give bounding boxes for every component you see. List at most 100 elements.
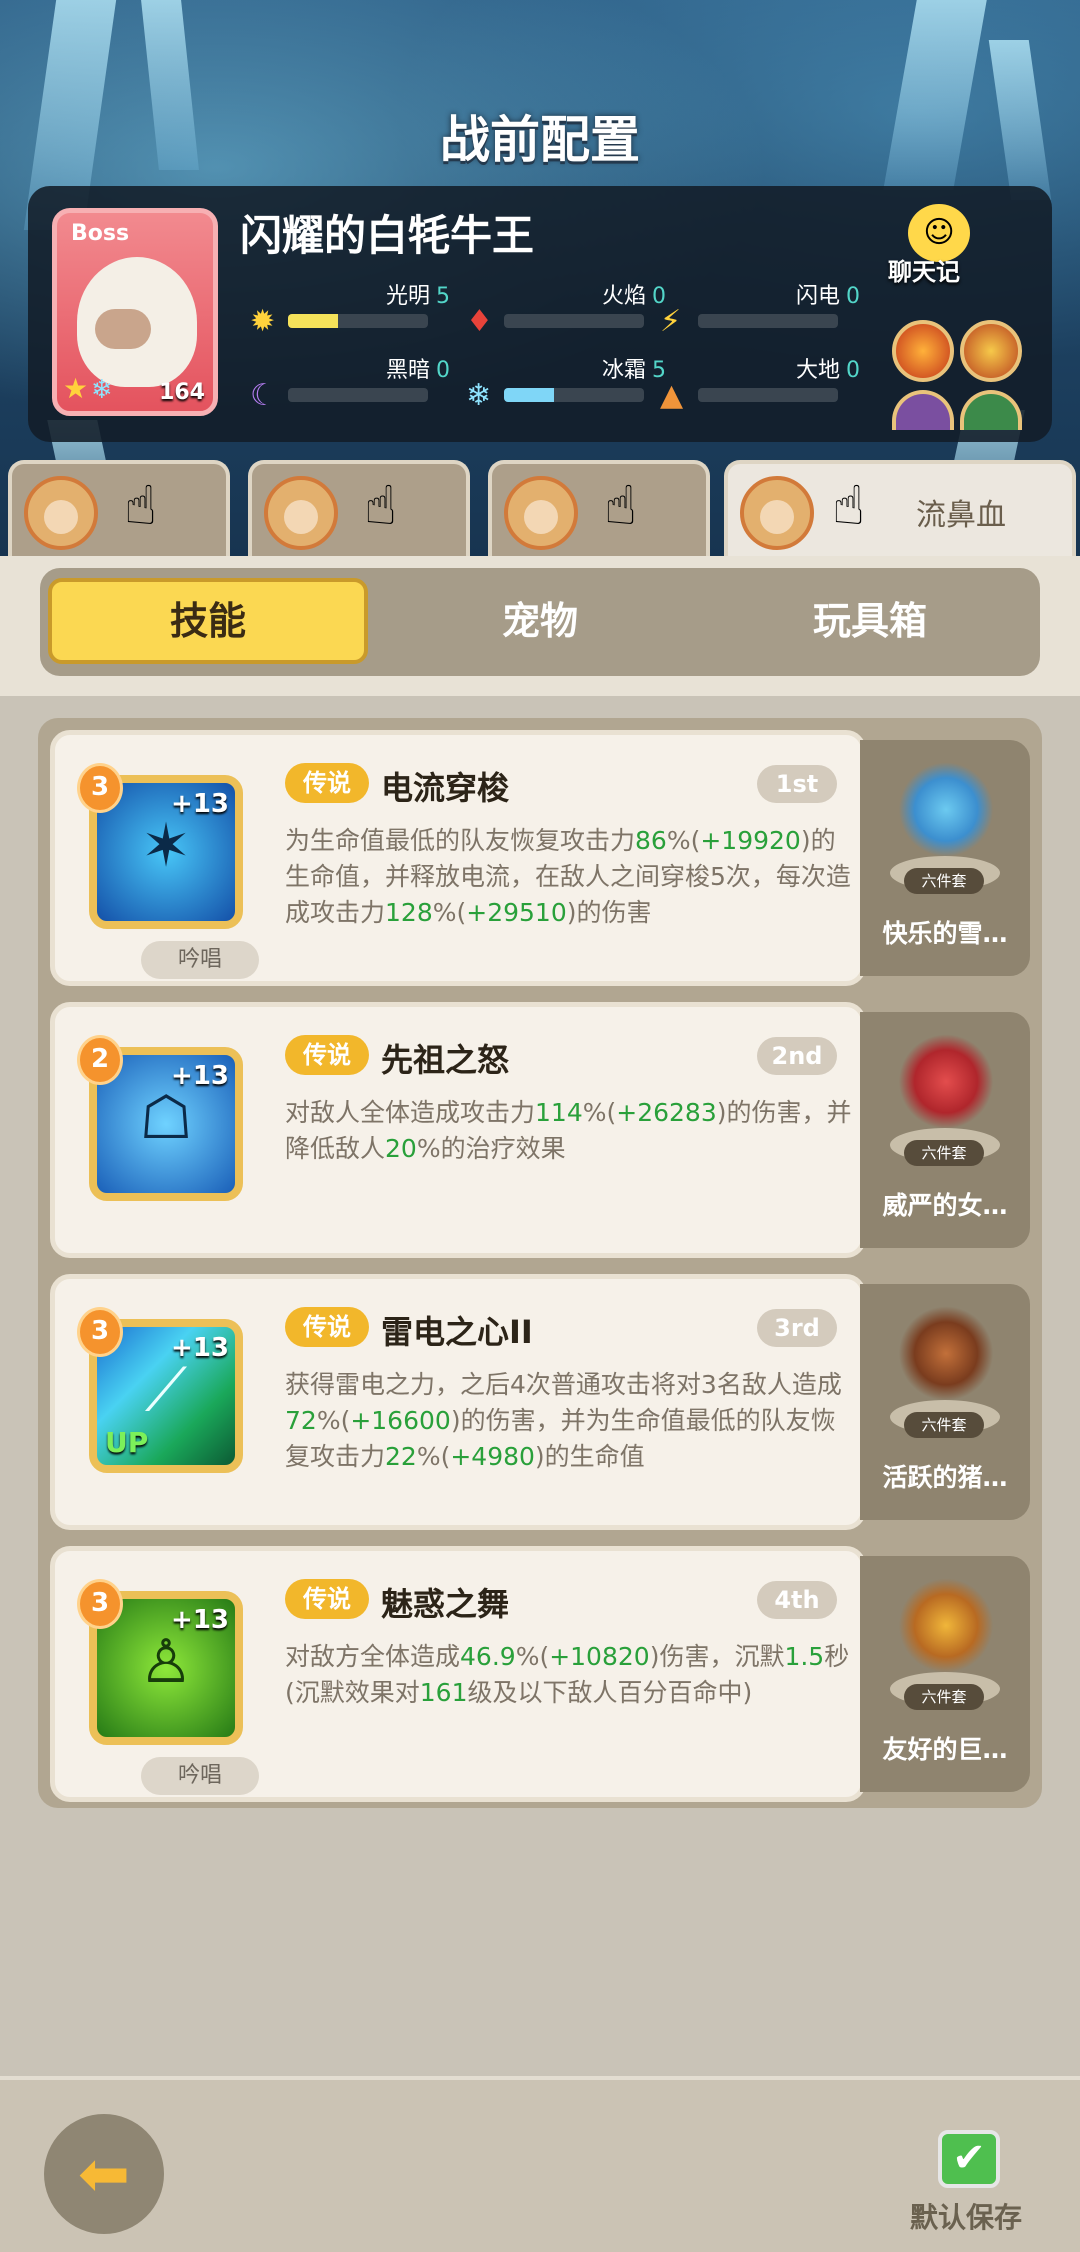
- skill-card[interactable]: ⟋ +13 UP 3 传说 雷电之心II 3rd 获得雷电之力，之后4次普通攻击…: [50, 1274, 866, 1530]
- pet-set-tag: 六件套: [904, 1412, 984, 1438]
- boss-skill-icon[interactable]: [892, 390, 954, 430]
- value-highlight: +26283: [616, 1098, 717, 1127]
- element-fire: 火焰 0 ♦: [466, 278, 686, 339]
- team-tab-4[interactable]: ☝ 流鼻血: [724, 460, 1076, 556]
- chat-area: ☺ 聊天记: [888, 202, 1022, 432]
- desc-text: %(: [416, 1442, 451, 1471]
- boss-portrait[interactable]: Boss ★ ❄ 164: [52, 208, 218, 416]
- boss-skill-icon[interactable]: [960, 390, 1022, 430]
- chant-badge: 吟唱: [141, 941, 259, 979]
- team-name: 流鼻血: [916, 498, 1006, 533]
- boar-pet-icon: [896, 1304, 996, 1414]
- skill-card[interactable]: ♙ +13 3 吟唱 传说 魅惑之舞 4th 对敌方全体造成46.9%(+108…: [50, 1546, 866, 1802]
- pet-slot[interactable]: 六件套 友好的巨…: [860, 1556, 1030, 1792]
- lightning-icon: ⚡: [660, 304, 682, 339]
- element-lightning: 闪电 0 ⚡: [660, 278, 880, 339]
- element-name: 闪电: [795, 284, 840, 309]
- hero-avatar: [24, 476, 98, 550]
- desc-text: %(: [666, 826, 701, 855]
- element-name: 黑暗: [385, 358, 430, 383]
- pet-name: 威严的女…: [882, 1191, 1008, 1220]
- dragon-pet-icon: [896, 1032, 996, 1142]
- skill-name: 电流穿梭: [381, 769, 510, 807]
- value-highlight: 46.9: [460, 1642, 516, 1671]
- element-value: 0: [436, 358, 450, 383]
- value-highlight: 72: [285, 1406, 317, 1435]
- element-name: 冰霜: [601, 358, 646, 383]
- tab-toybox[interactable]: 玩具箱: [710, 578, 1030, 664]
- snowflake-icon: ❄: [91, 375, 113, 405]
- star-icon: ★: [63, 372, 89, 405]
- pet-slot[interactable]: 六件套 快乐的雪…: [860, 740, 1030, 976]
- pet-name: 友好的巨…: [882, 1735, 1008, 1764]
- boss-skill-icon[interactable]: [892, 320, 954, 382]
- segment-bar: 技能 宠物 玩具箱: [0, 556, 1080, 696]
- snow-pet-icon: [896, 760, 996, 870]
- team-tab-3[interactable]: ☝: [488, 460, 710, 556]
- chat-label[interactable]: 聊天记: [888, 252, 960, 287]
- boss-skill-icon[interactable]: [960, 320, 1022, 382]
- skill-row: ⟋ +13 UP 3 传说 雷电之心II 3rd 获得雷电之力，之后4次普通攻击…: [50, 1274, 1030, 1530]
- skill-description: 对敌方全体造成46.9%(+10820)伤害，沉默1.5秒(沉默效果对161级及…: [285, 1639, 853, 1711]
- skill-description: 为生命值最低的队友恢复攻击力86%(+19920)的生命值，并释放电流，在敌人之…: [285, 823, 853, 931]
- value-highlight: +19920: [700, 826, 801, 855]
- element-fill: [504, 388, 555, 402]
- snowflake-icon: ❄: [466, 378, 492, 413]
- value-highlight: +29510: [466, 898, 567, 927]
- hero-avatar: [740, 476, 814, 550]
- element-name: 火焰: [601, 284, 646, 309]
- mountain-icon: ▲: [660, 378, 684, 413]
- element-dark: 黑暗 0 ☾: [250, 352, 470, 413]
- segment-control: 技能 宠物 玩具箱: [40, 568, 1040, 676]
- element-bar: [698, 388, 838, 402]
- pet-slot[interactable]: 六件套 活跃的猪…: [860, 1284, 1030, 1520]
- skill-card[interactable]: ☖ +13 2 传说 先祖之怒 2nd 对敌人全体造成攻击力114%(+2628…: [50, 1002, 866, 1258]
- hand-pointer-icon: ☝: [364, 474, 397, 537]
- skill-row: ♙ +13 3 吟唱 传说 魅惑之舞 4th 对敌方全体造成46.9%(+108…: [50, 1546, 1030, 1802]
- chant-badge: 吟唱: [141, 1757, 259, 1795]
- value-highlight: 22: [385, 1442, 417, 1471]
- desc-text: %(: [582, 1098, 617, 1127]
- hand-pointer-icon: ☝: [124, 474, 157, 537]
- rank-badge: 2nd: [757, 1037, 837, 1075]
- default-save-button[interactable]: ✔ 默认保存: [886, 2130, 1046, 2240]
- element-bar: [288, 388, 428, 402]
- element-frost: 冰霜 5 ❄: [466, 352, 686, 413]
- yak-face: [95, 309, 151, 349]
- tab-pets[interactable]: 宠物: [380, 578, 700, 664]
- skill-card[interactable]: ✶ +13 3 吟唱 传说 电流穿梭 1st 为生命值最低的队友恢复攻击力86%…: [50, 730, 866, 986]
- rarity-badge: 传说: [285, 763, 369, 803]
- element-value: 0: [846, 284, 860, 309]
- rarity-badge: 传说: [285, 1579, 369, 1619]
- element-bar: [698, 314, 838, 328]
- skill-level: 3: [77, 1307, 123, 1357]
- skill-description: 对敌人全体造成攻击力114%(+26283)的伤害，并降低敌人20%的治疗效果: [285, 1095, 853, 1167]
- flame-icon: ♦: [466, 304, 493, 339]
- giant-pet-icon: [896, 1576, 996, 1686]
- value-highlight: +16600: [350, 1406, 451, 1435]
- desc-text: %的治疗效果: [416, 1134, 566, 1163]
- team-tab-2[interactable]: ☝: [248, 460, 470, 556]
- boss-name: 闪耀的白牦牛王: [240, 211, 535, 260]
- rank-badge: 4th: [757, 1581, 837, 1619]
- team-tab-1[interactable]: ☝: [8, 460, 230, 556]
- desc-text: %(: [432, 898, 467, 927]
- element-bar: [288, 314, 428, 328]
- hero-avatar: [264, 476, 338, 550]
- rarity-badge: 传说: [285, 1307, 369, 1347]
- hand-pointer-icon: ☝: [832, 474, 865, 537]
- back-arrow-icon[interactable]: ⬅: [44, 2114, 164, 2234]
- element-name: 光明: [385, 284, 430, 309]
- skill-plus: +13: [171, 1061, 229, 1091]
- checkbox-icon[interactable]: ✔: [938, 2130, 1000, 2188]
- desc-text: )的伤害: [566, 898, 652, 927]
- rank-badge: 1st: [757, 765, 837, 803]
- pet-slot[interactable]: 六件套 威严的女…: [860, 1012, 1030, 1248]
- tab-skills[interactable]: 技能: [48, 578, 368, 664]
- skill-plus: +13: [171, 1605, 229, 1635]
- rarity-badge: 传说: [285, 1035, 369, 1075]
- skill-description: 获得雷电之力，之后4次普通攻击将对3名敌人造成72%(+16600)的伤害，并为…: [285, 1367, 853, 1475]
- pet-set-tag: 六件套: [904, 1684, 984, 1710]
- sun-icon: ✹: [250, 304, 276, 339]
- desc-text: 对敌方全体造成: [285, 1642, 461, 1671]
